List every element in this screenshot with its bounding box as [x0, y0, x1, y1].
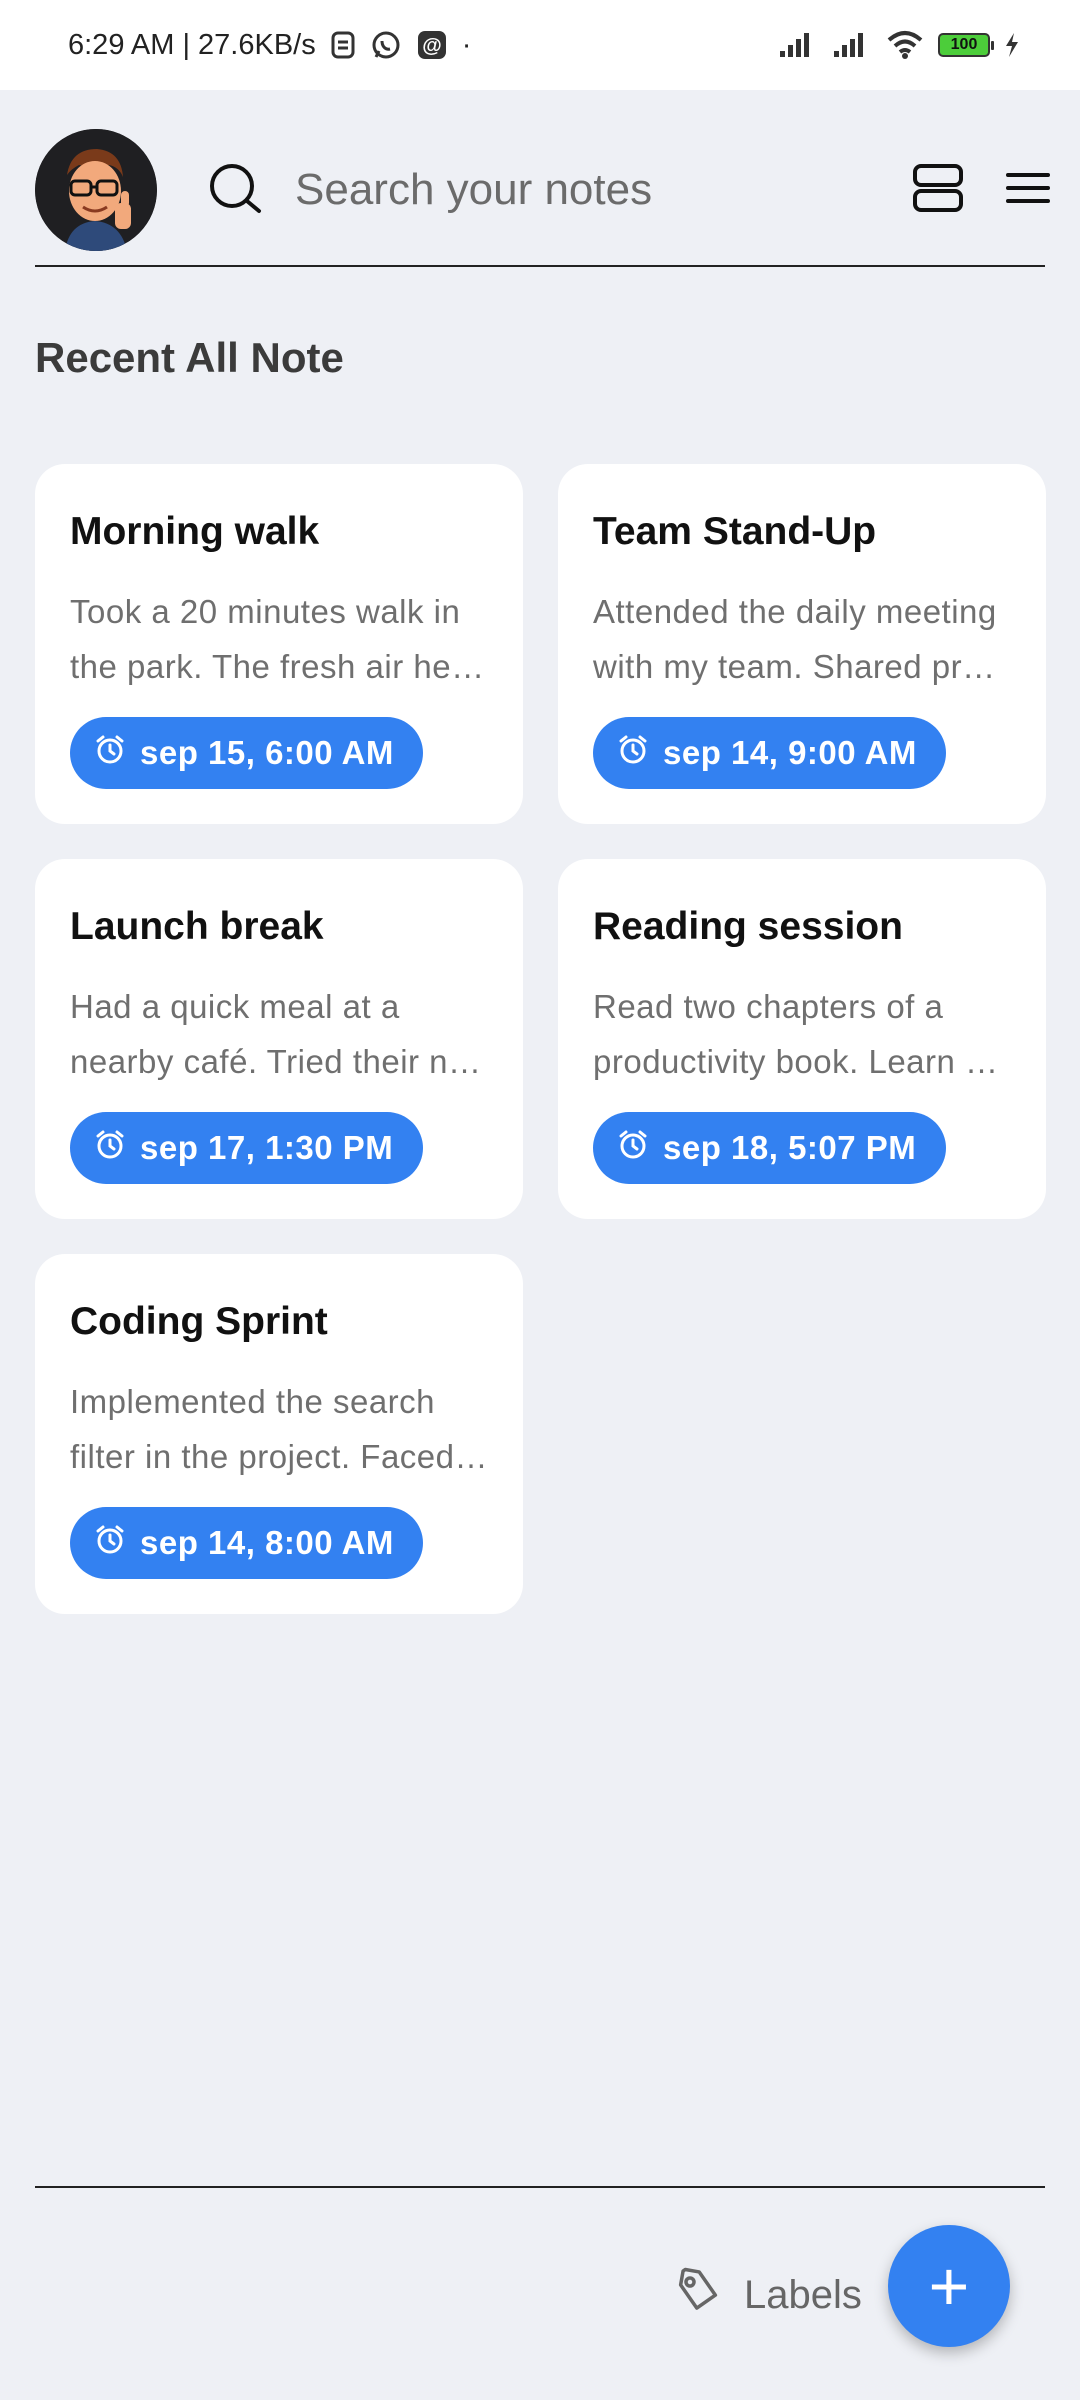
signal-icon: [832, 31, 872, 59]
reminder-chip[interactable]: sep 18, 5:07 PM: [593, 1112, 946, 1184]
reminder-time: sep 14, 9:00 AM: [663, 734, 917, 771]
note-card[interactable]: Launch break Had a quick meal at a nearb…: [35, 859, 523, 1219]
note-title: Launch break: [70, 905, 324, 948]
note-preview: Attended the daily meeting with my team.…: [593, 584, 1011, 694]
section-title: Recent All Note: [35, 334, 344, 381]
reminder-time: sep 15, 6:00 AM: [140, 734, 394, 771]
note-card[interactable]: Team Stand-Up Attended the daily meeting…: [558, 464, 1046, 824]
avatar[interactable]: [35, 129, 157, 251]
alarm-clock-icon: [617, 733, 649, 773]
add-note-button[interactable]: +: [888, 2225, 1010, 2347]
reminder-chip[interactable]: sep 14, 9:00 AM: [593, 717, 946, 789]
reminder-time: sep 17, 1:30 PM: [140, 1129, 394, 1166]
note-card[interactable]: Coding Sprint Implemented the search fil…: [35, 1254, 523, 1614]
note-preview-line: Attended the daily meeting: [593, 593, 997, 630]
layout-toggle-button[interactable]: [912, 158, 964, 222]
plus-icon: +: [928, 2247, 970, 2325]
search-icon[interactable]: [207, 161, 265, 219]
status-time-speed: 6:29 AM | 27.6KB/s: [68, 28, 316, 61]
note-title: Coding Sprint: [70, 1300, 328, 1343]
view-layout-icon: [912, 163, 964, 218]
labels-text: Labels: [744, 2272, 862, 2317]
note-title: Reading session: [593, 905, 903, 948]
alarm-clock-icon: [94, 1128, 126, 1168]
reminder-chip[interactable]: sep 17, 1:30 PM: [70, 1112, 423, 1184]
note-preview-line: Read two chapters of a: [593, 988, 944, 1025]
note-preview-line: Took a 20 minutes walk in: [70, 593, 461, 630]
whatsapp-icon: [370, 29, 402, 61]
note-preview-line: Had a quick meal at a: [70, 988, 400, 1025]
status-dot: ·: [461, 28, 472, 61]
note-preview-line: nearby café. Tried their n…: [70, 1043, 482, 1080]
note-title: Team Stand-Up: [593, 510, 877, 553]
battery-icon: 100: [938, 33, 994, 57]
threads-icon: @: [416, 29, 448, 61]
note-preview: Implemented the search filter in the pro…: [70, 1374, 488, 1484]
signal-icon: [778, 31, 818, 59]
note-preview-line: productivity book. Learn …: [593, 1043, 999, 1080]
reminder-chip[interactable]: sep 14, 8:00 AM: [70, 1507, 423, 1579]
alarm-clock-icon: [94, 733, 126, 773]
notification-s-icon: [330, 30, 356, 60]
alarm-clock-icon: [617, 1128, 649, 1168]
reminder-time: sep 14, 8:00 AM: [140, 1524, 394, 1561]
note-preview: Had a quick meal at a nearby café. Tried…: [70, 979, 488, 1089]
status-left: 6:29 AM | 27.6KB/s @ ·: [68, 29, 471, 62]
note-preview-line: filter in the project. Faced…: [70, 1438, 488, 1475]
note-preview-line: Implemented the search: [70, 1383, 436, 1420]
svg-text:@: @: [422, 35, 442, 57]
note-preview-line: the park. The fresh air hel…: [70, 648, 488, 685]
menu-button[interactable]: [1006, 158, 1050, 222]
wifi-icon: [886, 30, 924, 60]
charging-icon: [1004, 32, 1020, 58]
search-header: [35, 115, 1050, 265]
header-separator: [35, 265, 1045, 267]
note-preview: Read two chapters of a productivity book…: [593, 979, 1011, 1089]
hamburger-menu-icon: [1006, 171, 1050, 210]
note-card[interactable]: Reading session Read two chapters of a p…: [558, 859, 1046, 1219]
note-preview-line: with my team. Shared pro…: [593, 648, 1011, 685]
note-title: Morning walk: [70, 510, 320, 553]
alarm-clock-icon: [94, 1523, 126, 1563]
status-right: 100: [778, 30, 1020, 60]
status-bar: 6:29 AM | 27.6KB/s @ · 100: [0, 0, 1080, 90]
reminder-time: sep 18, 5:07 PM: [663, 1129, 917, 1166]
labels-button[interactable]: Labels: [674, 2255, 862, 2335]
tag-icon: [674, 2266, 722, 2324]
search-input[interactable]: [295, 165, 870, 215]
bottom-separator: [35, 2186, 1045, 2188]
note-preview: Took a 20 minutes walk in the park. The …: [70, 584, 488, 694]
note-card[interactable]: Morning walk Took a 20 minutes walk in t…: [35, 464, 523, 824]
reminder-chip[interactable]: sep 15, 6:00 AM: [70, 717, 423, 789]
